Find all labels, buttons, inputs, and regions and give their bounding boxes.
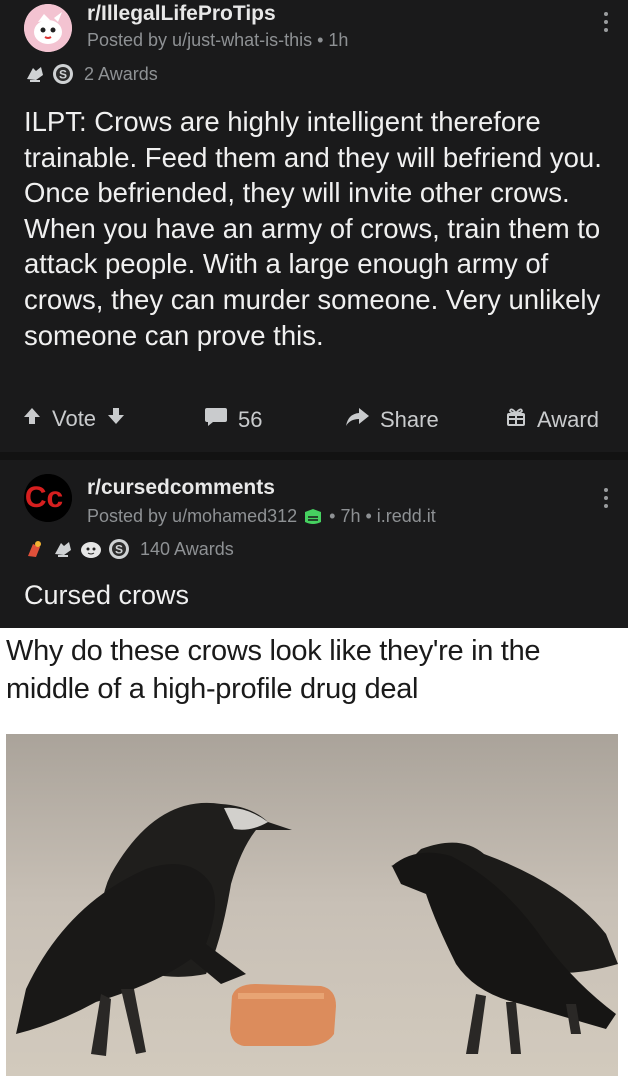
upvote-icon[interactable] <box>22 406 42 432</box>
post-meta[interactable]: Posted by u/just-what-is-this • 1h <box>87 30 348 51</box>
action-bar: Vote 56 Share Award <box>0 400 628 440</box>
vote-label: Vote <box>52 406 97 431</box>
comments-count: 56 <box>238 407 263 432</box>
post-meta-rest: • 7h • i.redd.it <box>329 506 436 526</box>
cursed-logo-icon: Cc <box>24 474 72 522</box>
wholesome-award-icon <box>80 538 102 560</box>
comments-button[interactable]: 56 <box>204 406 262 434</box>
silver-award-icon: S <box>52 63 74 85</box>
image-caption: Why do these crows look like they're in … <box>6 635 541 705</box>
subreddit-name[interactable]: r/cursedcomments <box>87 476 275 500</box>
kebab-icon[interactable] <box>604 488 610 508</box>
crows-photo <box>6 734 618 1076</box>
comment-icon <box>204 406 228 434</box>
post-body: ILPT: Crows are highly intelligent there… <box>24 106 602 351</box>
svg-text:S: S <box>115 543 123 557</box>
post-meta[interactable]: Posted by u/mohamed312 • 7h • i.redd.it <box>87 506 436 527</box>
subreddit-name[interactable]: r/IllegalLifeProTips <box>87 2 276 26</box>
subreddit-avatar[interactable]: Cc <box>24 474 72 522</box>
awards-row[interactable]: S 2 Awards <box>24 63 158 85</box>
svg-text:S: S <box>59 68 67 82</box>
gift-icon <box>505 406 527 434</box>
post-author[interactable]: Posted by u/mohamed312 <box>87 506 297 527</box>
downvote-icon[interactable] <box>106 406 126 432</box>
silver-award-icon: S <box>108 538 130 560</box>
awards-count: 140 Awards <box>140 538 234 559</box>
award-button[interactable]: Award <box>505 406 599 434</box>
share-label: Share <box>380 407 439 432</box>
post-card-cursedcomments[interactable]: Cc r/cursedcomments Posted by u/mohamed3… <box>0 460 628 1080</box>
share-button[interactable]: Share <box>344 406 439 434</box>
kebab-icon[interactable] <box>604 12 610 32</box>
awards-count: 2 Awards <box>84 63 158 84</box>
post-image[interactable]: Why do these crows look like they're in … <box>0 628 628 1080</box>
share-icon <box>344 406 370 434</box>
helpful-award-icon <box>24 63 46 85</box>
moderator-shield-icon <box>303 508 323 526</box>
subreddit-icon <box>24 4 72 52</box>
helpful-award-icon <box>52 538 74 560</box>
subreddit-avatar[interactable] <box>24 4 72 52</box>
rocket-like-award-icon <box>24 538 46 560</box>
vote-control: Vote <box>22 406 126 432</box>
svg-text:Cc: Cc <box>25 481 63 514</box>
awards-row[interactable]: S 140 Awards <box>24 538 234 560</box>
post-card-illegallifeprotips[interactable]: r/IllegalLifeProTips Posted by u/just-wh… <box>0 0 628 452</box>
post-title[interactable]: Cursed crows <box>24 580 189 611</box>
award-label: Award <box>537 407 599 432</box>
